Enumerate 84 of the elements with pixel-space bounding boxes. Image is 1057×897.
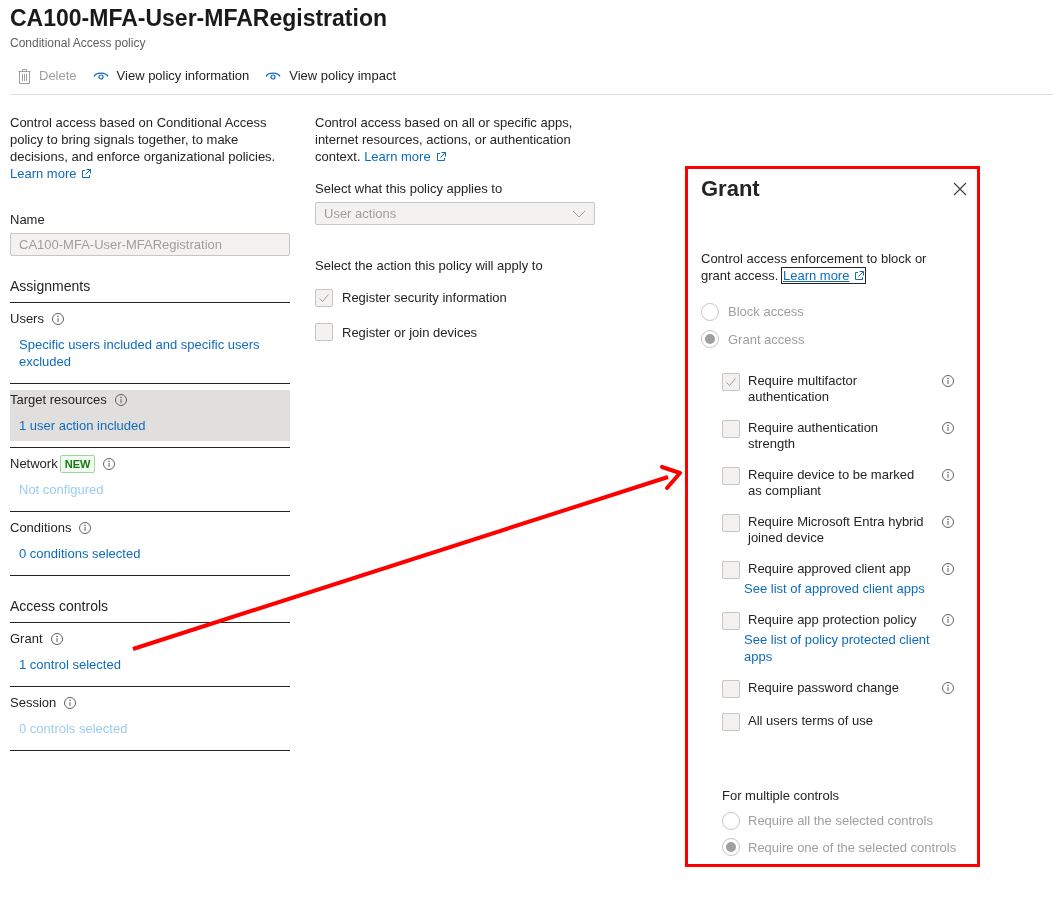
section-heading: Assignments [10,277,92,296]
checkbox-label: Require password change [748,680,900,696]
checkbox-label: Require approved client app [748,561,911,577]
checkbox-label: Require app protection policy [748,612,917,628]
panel-title: Grant [701,175,760,203]
eye-icon [265,71,282,81]
section-label: Conditions [10,519,72,538]
section-value-link[interactable]: 1 control selected [19,656,290,673]
info-icon[interactable] [942,516,954,528]
external-link-icon [81,169,92,179]
see-list-link[interactable]: See list of approved client apps [744,580,954,597]
section-label: Network [10,455,58,474]
close-icon [953,182,967,196]
section-label: Grant [10,630,43,649]
checkbox[interactable] [315,288,333,307]
eye-icon [92,71,109,81]
radio-label: Block access [728,303,804,321]
learn-more-link[interactable]: Learn more [364,149,446,164]
checkbox-label: Require authentication strength [748,420,880,452]
trash-icon [18,68,31,84]
checkbox[interactable] [722,373,740,391]
external-link-icon [854,271,865,281]
description: Control access enforcement to block or grant access. Learn more [701,250,928,284]
close-button[interactable] [953,182,967,196]
section-heading: Access controls [10,597,110,616]
info-icon[interactable] [942,682,954,694]
info-icon[interactable] [942,614,954,626]
checkmark-icon [318,291,330,304]
section-label: Target resources [10,391,107,410]
checkmark-icon [725,376,737,388]
radio-label: Require one of the selected controls [748,838,957,857]
learn-more-link[interactable]: Learn more [781,268,866,283]
checkbox-label: Require multifactor authentication [748,373,859,405]
description: Control access based on Conditional Access policy to bring signals together, to make decisions, and enforce organizational policies. Learn more [10,114,277,182]
assignment-row[interactable]: Grant 1 control selected [10,629,290,680]
field-label: Select what this policy applies to [315,180,504,197]
info-icon[interactable] [942,563,954,575]
page-title: CA100-MFA-User-MFARegistration [10,4,387,33]
checkbox[interactable] [722,612,740,630]
section-label: Session [10,694,57,713]
checkbox[interactable] [722,713,740,731]
assignment-row[interactable]: Session 0 controls selected [10,693,290,744]
new-badge: NEW [59,455,96,473]
info-icon[interactable] [79,522,92,534]
info-icon[interactable] [942,422,954,434]
checkbox-label: Register security information [342,289,507,307]
page-subtitle: Conditional Access policy [10,35,146,52]
assignment-row[interactable]: Users Specific users included and specific users excluded [10,309,290,377]
external-link-icon [435,152,446,162]
info-icon[interactable] [114,394,127,406]
checkbox[interactable] [722,420,740,438]
section-label: Users [10,310,44,329]
checkbox[interactable] [722,514,740,532]
checkbox[interactable] [722,561,740,579]
section-value-link[interactable]: Specific users included and specific users excluded [19,336,290,370]
info-icon[interactable] [51,313,64,325]
toolbar-button[interactable]: View policy information [92,64,250,88]
info-icon[interactable] [103,458,116,470]
assignment-row[interactable]: Target resources 1 user action included [10,390,290,441]
checkbox-label: Require Microsoft Entra hybrid joined device [748,514,925,546]
chevron-down-icon [572,209,586,218]
checkbox-label: Require device to be marked as compliant [748,467,916,499]
assignment-row[interactable]: Conditions 0 conditions selected [10,518,290,569]
radio-label: Require all the selected controls [748,812,933,830]
checkbox[interactable] [722,467,740,485]
toolbar-button[interactable]: View policy impact [265,64,396,88]
checkbox[interactable] [722,680,740,698]
field-label: Name [10,211,46,228]
info-icon[interactable] [942,469,954,481]
radio-label: Grant access [728,330,805,349]
assignment-row[interactable]: Network NEW Not configured [10,454,290,505]
info-icon[interactable] [942,375,954,387]
description: Control access based on all or specific apps, internet resources, actions, or authentication context. Learn more [315,114,574,165]
learn-more-link[interactable]: Learn more [10,166,92,181]
section-value-link[interactable]: 0 conditions selected [19,545,290,562]
see-list-link[interactable]: See list of policy protected client apps [744,631,954,665]
checkbox-label: Register or join devices [342,323,478,342]
info-icon[interactable] [50,633,63,645]
group-label: For multiple controls [722,787,841,804]
section-value-link[interactable]: 1 user action included [19,417,290,434]
info-icon[interactable] [64,697,77,709]
field-label: Select the action this policy will apply to [315,257,544,274]
checkbox-label: All users terms of use [748,713,873,729]
checkbox[interactable] [315,323,333,342]
